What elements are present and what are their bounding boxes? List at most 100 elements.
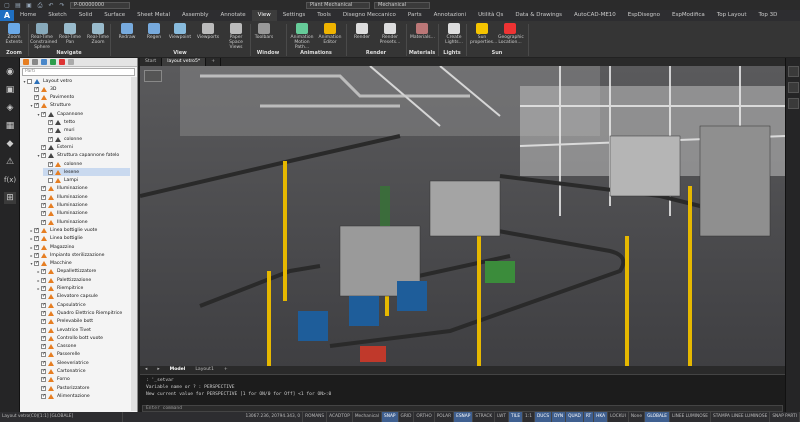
ribbon-button-animation-motion-path[interactable]: Animation Motion Path... (290, 23, 314, 50)
tree-item[interactable]: ▸Linea bottiglie (29, 235, 130, 243)
layout-tab[interactable]: Layout1 (190, 366, 219, 374)
status-toggle-stampa-linee-luminose[interactable]: STAMPA LINEE LUMINOSE (711, 412, 771, 422)
tree-item[interactable]: colonne (43, 135, 130, 143)
status-toggle-rt[interactable]: RT (583, 412, 595, 422)
visibility-checkbox[interactable] (41, 285, 46, 292)
ribbon-button-geographic-location[interactable]: Geographic Location... (498, 23, 524, 45)
visibility-checkbox[interactable] (41, 152, 46, 159)
warning-icon[interactable]: ⚠ (4, 156, 16, 168)
filter-icon[interactable] (32, 59, 38, 65)
status-toggle-ortho[interactable]: ORTHO (414, 412, 435, 422)
visibility-checkbox[interactable] (48, 136, 53, 142)
tree-item[interactable]: Lampi (43, 177, 130, 185)
command-input[interactable]: Enter command (142, 405, 783, 412)
visibility-checkbox[interactable] (41, 293, 46, 300)
pan-tool-icon[interactable] (788, 98, 799, 109)
tree-item[interactable]: 3D (29, 85, 130, 93)
tab-home[interactable]: Home (14, 10, 42, 21)
status-toggle-mechanical[interactable]: Mechanical (353, 412, 383, 422)
layout-tab[interactable]: ▸ (152, 366, 164, 374)
tab-disegno-meccanico[interactable]: Disegno Meccanico (337, 10, 402, 21)
view-tool-icon[interactable] (788, 66, 799, 77)
status-toggle-dyn[interactable]: DYN (552, 412, 567, 422)
tree-item[interactable]: Prelevabile bott (36, 318, 130, 326)
visibility-checkbox[interactable] (41, 194, 46, 200)
visibility-checkbox[interactable] (41, 351, 46, 358)
status-toggle-1-1[interactable]: 1:1 (523, 412, 535, 422)
ribbon-button-regen[interactable]: Regen (142, 23, 166, 40)
visibility-checkbox[interactable] (48, 178, 53, 184)
ribbon-button-toolbars[interactable]: Toolbars (252, 23, 276, 40)
tab-top-layout[interactable]: Top Layout (711, 10, 753, 21)
structure-icon[interactable]: ⊞ (4, 192, 16, 204)
tree-item[interactable]: ▸Linea bottiglie vuote (29, 226, 130, 234)
tab-sheet-metal[interactable]: Sheet Metal (131, 10, 176, 21)
visibility-checkbox[interactable] (41, 277, 46, 283)
tab-utilit-qs[interactable]: Utilità Qs (472, 10, 509, 21)
visibility-checkbox[interactable] (41, 360, 46, 366)
tree-item[interactable]: ▾Struttura capannone fatelo (36, 152, 130, 160)
tab-assembly[interactable]: Assembly (176, 10, 215, 21)
ribbon-button-animation-editor[interactable]: Animation Editor (318, 23, 342, 45)
tree-item[interactable]: ▾ Layout vetro (22, 77, 130, 85)
gallery-icon[interactable]: ▦ (4, 120, 16, 132)
visibility-checkbox[interactable] (41, 385, 46, 391)
tree-item[interactable]: muri (43, 127, 130, 135)
tree-item[interactable]: Illuminazione (36, 193, 130, 201)
tree-item[interactable]: ▾Strutture (29, 102, 130, 110)
tree-item[interactable]: ▸Impianto sterilizzazione (29, 251, 130, 259)
visibility-checkbox[interactable] (41, 302, 46, 308)
tab-autocad-me10[interactable]: AutoCAD-ME10 (568, 10, 622, 21)
tree-item[interactable]: Quadro Elettrico Riempitrice (36, 309, 130, 317)
ribbon-button-materials[interactable]: Materials... (410, 23, 435, 40)
tree-item[interactable]: Elevatore capsule (36, 293, 130, 301)
tree-item[interactable]: colonne (43, 160, 130, 168)
tree-item[interactable]: Illuminazione (36, 185, 130, 193)
tab-data-drawings[interactable]: Data & Drawings (509, 10, 568, 21)
status-toggle-polar[interactable]: POLAR (435, 412, 455, 422)
visibility-checkbox[interactable] (27, 78, 32, 84)
tree-item[interactable]: ▸Riempitrice (36, 285, 130, 293)
status-toggle-lwt[interactable]: LWT (495, 412, 510, 422)
tab-view[interactable]: View (251, 10, 277, 21)
print-icon[interactable]: ⎙ (36, 2, 44, 9)
tab-espmodifica[interactable]: EspModifica (666, 10, 711, 21)
visibility-checkbox[interactable] (41, 393, 46, 399)
layout-tab[interactable]: ◂ (140, 366, 152, 374)
file-field[interactable]: P-00000000 (70, 1, 130, 9)
tree-item[interactable]: ▸Palettizzazione (36, 276, 130, 284)
tree-item[interactable]: Cartonatrice (36, 368, 130, 376)
tree-item[interactable]: lesene (43, 168, 130, 177)
ribbon-button-real-time-pan[interactable]: Real-Time Pan (58, 23, 82, 45)
view-cube-icon[interactable] (144, 70, 162, 82)
tree-item[interactable]: ▾Macchine (29, 260, 130, 268)
visibility-checkbox[interactable] (41, 219, 46, 225)
tree-item[interactable]: Pavimento (29, 94, 130, 102)
tree-item[interactable]: ▾Capannone (36, 110, 130, 118)
ribbon-button-paper-space-views[interactable]: Paper Space Views (224, 23, 248, 50)
visibility-checkbox[interactable] (41, 368, 46, 375)
ribbon-button-zoom-extents[interactable]: Zoom Extents (2, 23, 26, 45)
tab-tools[interactable]: Tools (311, 10, 337, 21)
visibility-checkbox[interactable] (34, 244, 39, 250)
status-toggle-grid[interactable]: GRID (399, 412, 415, 422)
visibility-checkbox[interactable] (34, 235, 39, 242)
open-file-icon[interactable]: ▤ (14, 2, 22, 9)
visibility-checkbox[interactable] (41, 111, 46, 117)
status-toggle-esnap[interactable]: ESNAP (454, 412, 474, 422)
status-toggle-quad[interactable]: QUAD (566, 412, 584, 422)
document-tab[interactable]: layout vetro5* (162, 58, 207, 66)
tab-top-3d[interactable]: Top 3D (753, 10, 784, 21)
tab-annotate[interactable]: Annotate (215, 10, 252, 21)
3d-viewport[interactable] (140, 66, 785, 366)
expand-icon[interactable] (41, 59, 47, 65)
tree-item[interactable]: Illuminazione (36, 202, 130, 210)
status-toggle-none[interactable]: None (629, 412, 646, 422)
app-logo[interactable]: A (0, 10, 14, 21)
tree-item[interactable]: Illuminazione (36, 218, 130, 226)
visibility-checkbox[interactable] (41, 210, 46, 217)
save-icon[interactable]: ▣ (25, 2, 33, 9)
tab-espdisegno[interactable]: EspDisegno (622, 10, 666, 21)
tree-item[interactable]: Pastorizzatore (36, 384, 130, 392)
tree-item[interactable]: Alimentazione (36, 392, 130, 400)
